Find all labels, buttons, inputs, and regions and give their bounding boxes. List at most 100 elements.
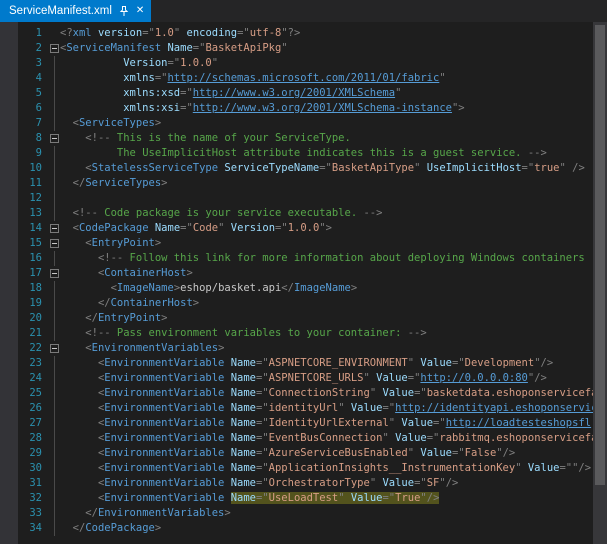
code-line[interactable]: 23 <EnvironmentVariable Name="ASPNETCORE… (0, 356, 593, 371)
code-line[interactable]: 1<?xml version="1.0" encoding="utf-8"?> (0, 26, 593, 41)
code-line[interactable]: 30 <EnvironmentVariable Name="Applicatio… (0, 461, 593, 476)
code-token: ServiceTypeName (224, 162, 319, 174)
code-token: EnvironmentVariables (98, 507, 224, 519)
fold-gutter (48, 176, 60, 191)
code-line[interactable]: 32 <EnvironmentVariable Name="UseLoadTes… (0, 491, 593, 506)
fold-gutter (48, 281, 60, 296)
fold-collapse-icon[interactable] (50, 44, 59, 53)
code-line[interactable]: 34 </CodePackage> (0, 521, 593, 536)
code-token: eshop/basket.api (180, 282, 281, 294)
code-token: "/> (534, 357, 553, 369)
code-token: EntryPoint (98, 312, 161, 324)
fold-gutter[interactable] (48, 266, 60, 281)
code-text: <EnvironmentVariable Name="identityUrl" … (60, 401, 593, 416)
fold-gutter[interactable] (48, 236, 60, 251)
code-token: EnvironmentVariable (104, 462, 224, 474)
code-text: <ServiceManifest Name="BasketApiPkg" (60, 41, 593, 56)
code-line[interactable]: 9 The UseImplicitHost attribute indicate… (0, 146, 593, 161)
line-number: 32 (0, 491, 48, 506)
code-line[interactable]: 26 <EnvironmentVariable Name="identityUr… (0, 401, 593, 416)
pin-icon[interactable] (119, 6, 129, 17)
fold-gutter[interactable] (48, 341, 60, 356)
fold-region-line (54, 386, 55, 401)
code-line[interactable]: 24 <EnvironmentVariable Name="ASPNETCORE… (0, 371, 593, 386)
tab-servicemanifest-xml[interactable]: ServiceManifest.xml ✕ (0, 0, 151, 22)
fold-gutter[interactable] (48, 131, 60, 146)
code-text: xmlns:xsi="http://www.w3.org/2001/XMLSch… (60, 101, 593, 116)
code-token: http://www.w3.org/2001/XMLSchema (193, 87, 395, 99)
code-line[interactable]: 15 <EntryPoint> (0, 236, 593, 251)
code-token: <!-- (85, 132, 110, 144)
code-token: true (534, 162, 559, 174)
fold-gutter (48, 431, 60, 446)
code-line[interactable]: 27 <EnvironmentVariable Name="IdentityUr… (0, 416, 593, 431)
code-line[interactable]: 29 <EnvironmentVariable Name="AzureServi… (0, 446, 593, 461)
code-line[interactable]: 18 <ImageName>eshop/basket.api</ImageNam… (0, 281, 593, 296)
fold-gutter[interactable] (48, 221, 60, 236)
line-number: 8 (0, 131, 48, 146)
vertical-scrollbar[interactable] (593, 22, 607, 544)
code-line[interactable]: 31 <EnvironmentVariable Name="Orchestrat… (0, 476, 593, 491)
code-lines: 1<?xml version="1.0" encoding="utf-8"?>2… (0, 26, 593, 544)
code-editor[interactable]: 1<?xml version="1.0" encoding="utf-8"?>2… (0, 22, 607, 544)
code-line[interactable]: 7 <ServiceTypes> (0, 116, 593, 131)
code-line[interactable]: 3 Version="1.0.0" (0, 56, 593, 71)
code-line[interactable]: 16 <!-- Follow this link for more inform… (0, 251, 593, 266)
code-line[interactable]: 14 <CodePackage Name="Code" Version="1.0… (0, 221, 593, 236)
fold-gutter (48, 371, 60, 386)
code-text: <?xml version="1.0" encoding="utf-8"?> (60, 26, 593, 41)
fold-gutter (48, 476, 60, 491)
code-text: <!-- Code package is your service execut… (60, 206, 593, 221)
code-line[interactable]: 22 <EnvironmentVariables> (0, 341, 593, 356)
code-token: EnvironmentVariable (104, 417, 224, 429)
scrollbar-thumb[interactable] (595, 25, 605, 485)
code-token: =" (256, 432, 269, 444)
code-line[interactable]: 13 <!-- Code package is your service exe… (0, 206, 593, 221)
fold-gutter[interactable] (48, 41, 60, 56)
code-line[interactable]: 19 </ContainerHost> (0, 296, 593, 311)
fold-gutter (48, 116, 60, 131)
code-line[interactable]: 8 <!-- This is the name of your ServiceT… (0, 131, 593, 146)
code-line[interactable]: 33 </EnvironmentVariables> (0, 506, 593, 521)
code-line[interactable]: 25 <EnvironmentVariable Name="Connection… (0, 386, 593, 401)
fold-region-line (54, 281, 55, 296)
code-text: <EnvironmentVariables> (60, 341, 593, 356)
code-line[interactable]: 17 <ContainerHost> (0, 266, 593, 281)
code-line[interactable]: 6 xmlns:xsi="http://www.w3.org/2001/XMLS… (0, 101, 593, 116)
code-token: "/> (439, 477, 458, 489)
highlighted-token: Value (351, 492, 383, 504)
close-icon[interactable]: ✕ (136, 6, 144, 16)
fold-collapse-icon[interactable] (50, 239, 59, 248)
line-number: 5 (0, 86, 48, 101)
fold-collapse-icon[interactable] (50, 269, 59, 278)
code-line[interactable]: 10 <StatelessServiceType ServiceTypeName… (0, 161, 593, 176)
code-line[interactable]: 11 </ServiceTypes> (0, 176, 593, 191)
code-line[interactable]: 5 xmlns:xsd="http://www.w3.org/2001/XMLS… (0, 86, 593, 101)
code-token: =" (180, 87, 193, 99)
code-token (60, 267, 98, 279)
code-text: <ContainerHost> (60, 266, 593, 281)
code-token (60, 117, 73, 129)
fold-region-line (54, 56, 55, 71)
fold-region-line (54, 416, 55, 431)
code-line[interactable]: 2<ServiceManifest Name="BasketApiPkg" (0, 41, 593, 56)
code-text: </EnvironmentVariables> (60, 506, 593, 521)
code-line[interactable]: 4 xmlns="http://schemas.microsoft.com/20… (0, 71, 593, 86)
fold-collapse-icon[interactable] (50, 344, 59, 353)
fold-collapse-icon[interactable] (50, 224, 59, 233)
code-token (60, 357, 98, 369)
code-token (60, 477, 98, 489)
code-line[interactable]: 20 </EntryPoint> (0, 311, 593, 326)
code-token: Value (351, 402, 383, 414)
code-token: False (465, 447, 497, 459)
code-text: <EnvironmentVariable Name="ASPNETCORE_UR… (60, 371, 593, 386)
code-line[interactable]: 28 <EnvironmentVariable Name="EventBusCo… (0, 431, 593, 446)
code-line[interactable]: 21 <!-- Pass environment variables to yo… (0, 326, 593, 341)
fold-collapse-icon[interactable] (50, 134, 59, 143)
code-token: =" (433, 417, 446, 429)
fold-gutter (48, 386, 60, 401)
code-line[interactable]: 12 (0, 191, 593, 206)
fold-gutter (48, 71, 60, 86)
code-token (60, 102, 123, 114)
code-token: "/> (528, 372, 547, 384)
